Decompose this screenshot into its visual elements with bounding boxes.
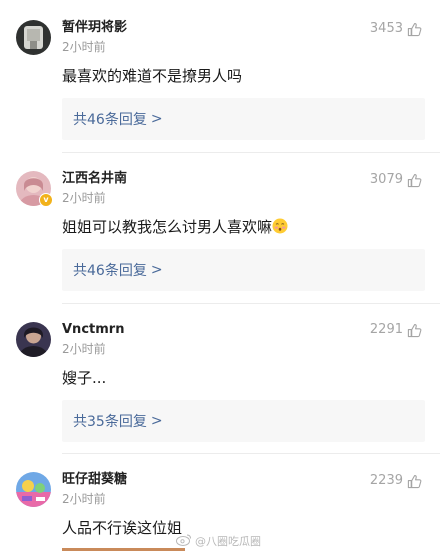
blush-emoji-icon xyxy=(272,218,288,234)
comment-text: 最喜欢的难道不是撩男人吗 xyxy=(62,67,243,85)
view-replies-button[interactable]: 共35条回复 > xyxy=(62,400,425,442)
user-avatar[interactable] xyxy=(16,20,51,55)
like-button[interactable]: 3079 xyxy=(370,172,422,188)
avatar-dark-portrait-icon xyxy=(16,322,51,357)
replies-label: 共35条回复 xyxy=(73,414,147,430)
comment-time: 2小时前 xyxy=(62,342,106,356)
like-button[interactable]: 2239 xyxy=(370,473,422,489)
verified-badge-icon: v xyxy=(39,193,53,207)
avatar-colorful-cartoon-icon xyxy=(16,472,51,507)
username[interactable]: 旺仔甜葵糖 xyxy=(62,472,127,488)
like-button[interactable]: 3453 xyxy=(370,21,422,37)
divider xyxy=(62,152,440,153)
like-count: 2291 xyxy=(369,322,403,337)
avatar-grey-figure-icon xyxy=(16,20,51,55)
comment-time: 2小时前 xyxy=(62,40,106,54)
comment-text: 人品不行诶这位姐 xyxy=(62,519,183,537)
thumbs-up-icon xyxy=(407,173,422,188)
view-replies-button[interactable]: 共46条回复 > xyxy=(62,249,425,291)
like-button[interactable]: 2291 xyxy=(370,322,422,338)
weibo-logo-icon xyxy=(176,533,192,550)
like-count: 3079 xyxy=(369,172,403,187)
divider xyxy=(62,453,440,454)
replies-label: 共46条回复 xyxy=(73,263,147,279)
view-replies-button[interactable]: 共46条回复 > xyxy=(62,98,425,140)
user-avatar[interactable] xyxy=(16,322,51,357)
username[interactable]: 暂伴玥将影 xyxy=(62,20,127,36)
like-count: 3453 xyxy=(369,21,403,36)
comment-time: 2小时前 xyxy=(62,191,106,205)
thumbs-up-icon xyxy=(407,474,422,489)
thumbs-up-icon xyxy=(407,323,422,338)
replies-label: 共46条回复 xyxy=(73,112,147,128)
comment-text: 姐姐可以教我怎么讨男人喜欢嘛 xyxy=(62,217,288,237)
username[interactable]: Vnctmrn xyxy=(62,322,124,338)
watermark-text: @八圈吃瓜圈 xyxy=(195,534,261,548)
chevron-right-icon: > xyxy=(150,413,163,429)
comment-text-body: 姐姐可以教我怎么讨男人喜欢嘛 xyxy=(62,218,273,236)
username[interactable]: 江西名井南 xyxy=(62,171,127,187)
thumbs-up-icon xyxy=(407,22,422,37)
like-count: 2239 xyxy=(369,473,403,488)
watermark: @八圈吃瓜圈 xyxy=(176,533,261,550)
comment-text: 嫂子... xyxy=(62,369,107,387)
chevron-right-icon: > xyxy=(150,262,163,278)
divider xyxy=(62,303,440,304)
chevron-right-icon: > xyxy=(150,111,163,127)
user-avatar[interactable] xyxy=(16,472,51,507)
comment-time: 2小时前 xyxy=(62,492,106,506)
